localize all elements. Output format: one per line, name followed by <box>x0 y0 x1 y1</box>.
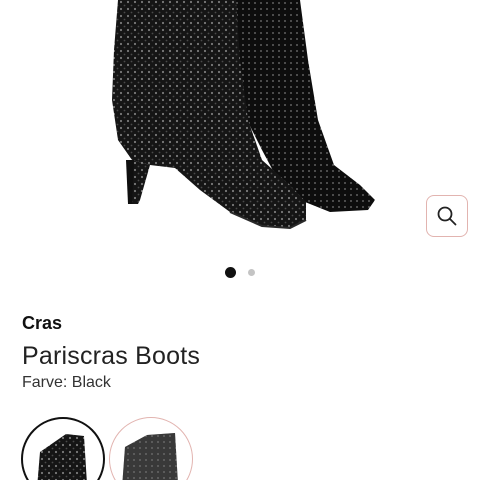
boot-illustration <box>112 0 375 230</box>
gallery-dot-1[interactable] <box>225 267 236 278</box>
color-label: Farve: Black <box>22 374 111 391</box>
gallery-pagination <box>0 267 480 278</box>
color-swatch-black[interactable] <box>21 417 105 480</box>
search-icon <box>437 206 457 226</box>
color-swatch-silver[interactable] <box>109 417 193 480</box>
swatch-image <box>26 422 100 480</box>
product-title: Pariscras Boots <box>22 342 201 370</box>
gallery-dot-2[interactable] <box>248 269 255 276</box>
brand-name[interactable]: Cras <box>22 313 62 334</box>
product-page: Cras Pariscras Boots Farve: Black <box>0 0 480 480</box>
swatch-image <box>113 421 189 480</box>
zoom-button[interactable] <box>426 195 468 237</box>
product-image[interactable] <box>0 0 480 255</box>
